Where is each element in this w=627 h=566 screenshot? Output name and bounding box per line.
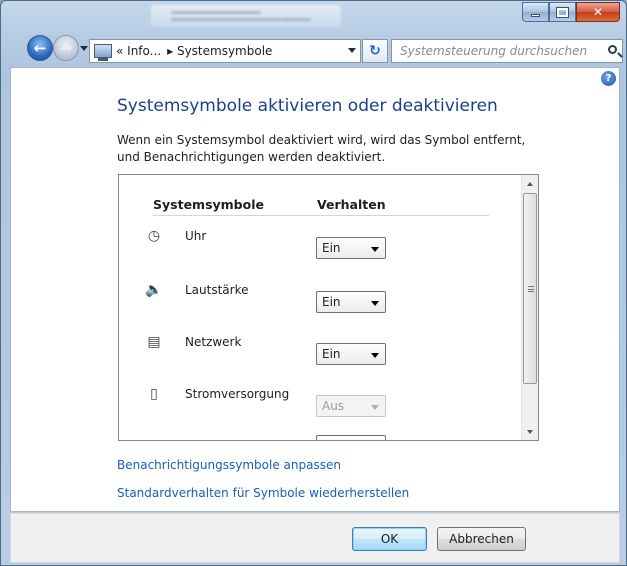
search-icon[interactable] (608, 45, 617, 54)
behavior-select-power: Aus (316, 395, 386, 417)
scroll-down-button[interactable] (522, 423, 538, 440)
chevron-down-icon (371, 405, 379, 410)
navigation-bar: ← → « Info... ▸ Systemsymbole ↻ (1, 31, 626, 65)
scroll-up-button[interactable] (522, 175, 538, 192)
close-button[interactable]: ✕ (576, 2, 620, 22)
maximize-button[interactable] (549, 2, 576, 22)
forward-button[interactable]: → (53, 35, 79, 61)
list-item-partial: ▭ (119, 434, 519, 440)
address-bar[interactable]: « Info... ▸ Systemsymbole (89, 39, 361, 63)
combo-value: Ein (322, 295, 341, 309)
close-icon: ✕ (592, 5, 604, 19)
row-label: Uhr (185, 229, 207, 243)
page-description: Wenn ein Systemsymbol deaktiviert wird, … (117, 133, 526, 164)
minimize-button[interactable] (522, 2, 549, 22)
refresh-button[interactable]: ↻ (362, 39, 388, 63)
behavior-select-network[interactable]: Ein (316, 343, 386, 365)
column-header-behavior: Verhalten (317, 197, 386, 212)
row-label: Netzwerk (185, 335, 242, 349)
cancel-button[interactable]: Abbrechen (437, 527, 526, 551)
recent-pages-dropdown[interactable] (80, 46, 88, 51)
network-icon: ▤ (147, 334, 161, 350)
maximize-icon (556, 6, 569, 18)
power-icon: ▯ (150, 386, 158, 402)
behavior-select-clock[interactable]: Ein (316, 237, 386, 259)
list-item-volume: 🔈 Lautstärke Ein (119, 280, 519, 320)
list-item-clock: ◷ Uhr Ein (119, 226, 519, 266)
column-header-symbols: Systemsymbole (153, 197, 264, 212)
help-icon[interactable]: ? (601, 71, 616, 86)
caption-buttons: ✕ (522, 2, 620, 22)
scroll-down-icon (527, 429, 533, 434)
breadcrumb-systemsymbole[interactable]: ▸ Systemsymbole (167, 44, 272, 58)
combo-value: Aus (322, 399, 345, 413)
breadcrumb-info[interactable]: « Info... (116, 44, 161, 58)
ok-button[interactable]: OK (352, 527, 427, 551)
back-button[interactable]: ← (27, 35, 53, 61)
address-dropdown-icon[interactable] (348, 48, 356, 53)
grip-icon (528, 286, 534, 292)
list-item-power: ▯ Stromversorgung Aus (119, 384, 519, 424)
row-label: Stromversorgung (185, 387, 290, 401)
restore-default-behavior-link[interactable]: Standardverhalten für Symbole wiederhers… (117, 486, 409, 500)
clock-icon: ◷ (147, 228, 161, 244)
minimize-icon (531, 13, 540, 17)
main-content: ? Systemsymbole aktivieren oder deaktivi… (10, 67, 620, 512)
chevron-down-icon (371, 301, 379, 306)
back-arrow-icon: ← (33, 39, 47, 57)
header-divider (153, 215, 489, 216)
refresh-icon: ↻ (369, 43, 381, 59)
customize-notification-icons-link[interactable]: Benachrichtigungssymbole anpassen (117, 458, 341, 472)
scroll-thumb[interactable] (523, 193, 537, 384)
scroll-up-icon (527, 181, 533, 186)
forward-arrow-icon: → (59, 39, 73, 57)
computer-icon (94, 44, 112, 61)
action-center-icon: ▭ (144, 434, 164, 440)
behavior-select-partial[interactable] (316, 435, 386, 440)
system-icons-list[interactable]: Systemsymbole Verhalten ◷ Uhr Ein 🔈 Laut… (118, 174, 539, 441)
speaker-icon: 🔈 (145, 282, 163, 298)
chevron-down-icon (371, 353, 379, 358)
control-panel-window: ✕ ← → « Info... ▸ Systemsymbole ↻ ? Syst… (0, 0, 627, 566)
combo-value: Ein (322, 241, 341, 255)
list-scrollbar[interactable] (521, 175, 538, 440)
search-box[interactable] (391, 39, 623, 63)
combo-value: Ein (322, 347, 341, 361)
dialog-footer: OK Abbrechen (10, 513, 620, 563)
behavior-select-volume[interactable]: Ein (316, 291, 386, 313)
row-label: Lautstärke (185, 283, 249, 297)
search-input[interactable] (398, 43, 598, 59)
chevron-down-icon (371, 247, 379, 252)
list-item-network: ▤ Netzwerk Ein (119, 332, 519, 372)
page-title: Systemsymbole aktivieren oder deaktivier… (117, 96, 498, 116)
blurred-background (151, 5, 341, 27)
